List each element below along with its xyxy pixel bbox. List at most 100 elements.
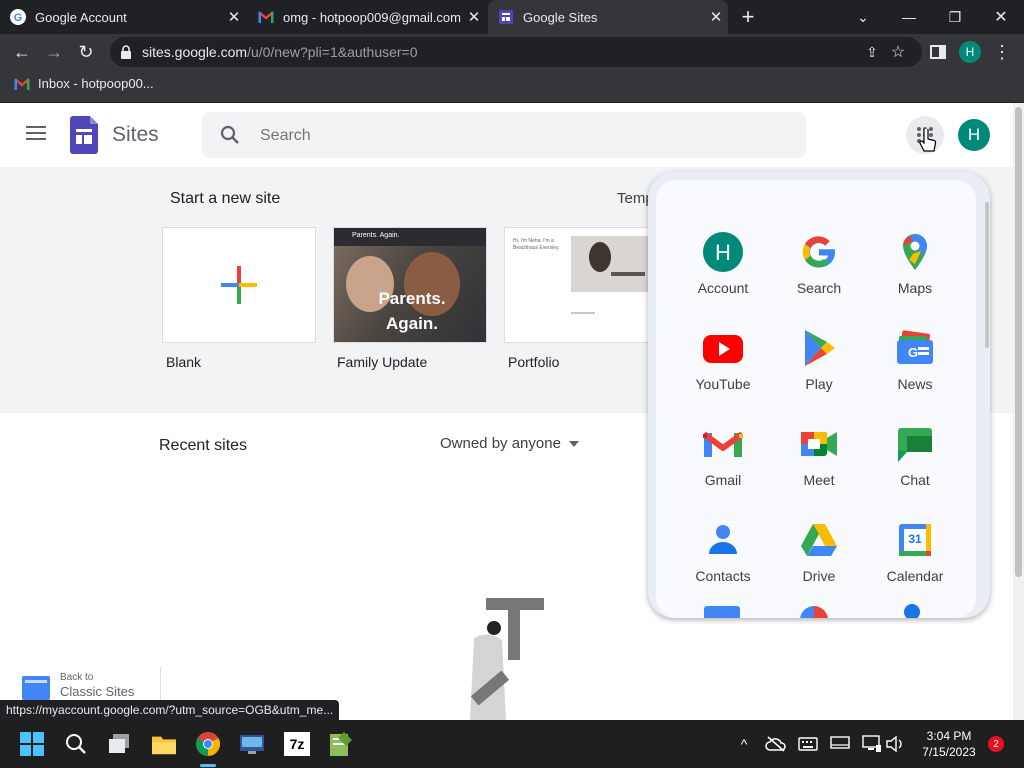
page-scrollbar[interactable]	[1013, 103, 1024, 720]
account-icon: H	[703, 232, 743, 272]
bookmark-label: Inbox - hotpoop00...	[38, 76, 154, 91]
apps-grid: H Account Search Maps YouTube Play G New…	[656, 180, 976, 618]
windows-start-icon[interactable]	[20, 732, 44, 756]
classic-sites-icon	[22, 676, 50, 700]
share-icon[interactable]: ⇪	[858, 38, 886, 66]
tab-search-chevron-icon[interactable]: ⌄	[840, 0, 886, 34]
gmail-favicon-icon	[258, 9, 274, 25]
svg-text:H: H	[715, 240, 731, 265]
template-blank-card[interactable]	[162, 227, 316, 343]
reload-icon[interactable]: ↻	[72, 38, 100, 66]
back-to-classic-sites[interactable]: Back to Classic Sites	[20, 667, 161, 703]
search-bar[interactable]	[202, 112, 806, 158]
app-youtube[interactable]: YouTube	[675, 316, 771, 406]
main-menu-icon[interactable]	[26, 126, 46, 142]
address-bar[interactable]: sites.google.com/u/0/new?pli=1&authuser=…	[110, 37, 922, 67]
active-app-indicator	[200, 764, 216, 767]
directory-icon[interactable]	[904, 604, 920, 618]
gmail-favicon-icon	[14, 77, 30, 90]
app-title: Sites	[112, 123, 159, 146]
template-portfolio-card[interactable]: Hi, I'm Neha. I'm a Beachhaus Eversley.	[504, 227, 652, 343]
template-thumb-title: Parents. Again.	[378, 289, 446, 333]
restore-button[interactable]: ❐	[932, 0, 978, 34]
template-family-update-card[interactable]: Parents. Again. Parents. Again.	[333, 227, 487, 343]
empty-state-illustration	[466, 598, 546, 720]
back-arrow-icon[interactable]: ←	[8, 38, 36, 66]
template-label: Portfolio	[508, 354, 560, 370]
portfolio-thumb-line	[571, 312, 595, 314]
plus-icon	[221, 266, 257, 304]
owner-filter-dropdown[interactable]: Owned by anyone	[440, 435, 579, 452]
dropdown-arrow-icon	[568, 440, 579, 447]
app-play[interactable]: Play	[771, 316, 867, 406]
app-search[interactable]: Search	[771, 220, 867, 310]
app-chat[interactable]: Chat	[867, 412, 963, 502]
google-g-icon: G	[10, 9, 26, 25]
sites-favicon-icon	[498, 9, 514, 25]
close-window-button[interactable]: ✕	[978, 0, 1024, 34]
taskbar-search-icon[interactable]	[64, 732, 88, 756]
bookmark-inbox[interactable]: Inbox - hotpoop00...	[14, 76, 154, 91]
cloud-offline-icon[interactable]	[764, 732, 788, 756]
translate-icon[interactable]	[704, 606, 740, 618]
account-avatar[interactable]: H	[958, 119, 990, 151]
meet-icon	[799, 424, 839, 464]
minimize-button[interactable]: —	[886, 0, 932, 34]
kebab-menu-icon[interactable]: ⋮	[988, 38, 1016, 66]
app-label: Gmail	[704, 472, 742, 488]
task-view-icon[interactable]	[108, 732, 132, 756]
forward-arrow-icon[interactable]: →	[40, 38, 68, 66]
app-meet[interactable]: Meet	[771, 412, 867, 502]
tab-gmail[interactable]: omg - hotpoop009@gmail.com - ✕	[248, 0, 486, 34]
close-tab-icon[interactable]: ✕	[462, 8, 486, 26]
app-drive[interactable]: Drive	[771, 508, 867, 598]
app-label: Meet	[803, 472, 835, 488]
show-hidden-icons-chevron[interactable]: ^	[732, 732, 756, 756]
new-tab-button[interactable]: +	[730, 0, 766, 34]
photos-icon[interactable]	[800, 606, 828, 618]
sites-logo-icon[interactable]	[70, 116, 98, 154]
file-explorer-icon[interactable]	[152, 732, 176, 756]
app-account[interactable]: H Account	[675, 220, 771, 310]
close-tab-icon[interactable]: ✕	[222, 8, 246, 26]
scrollbar-thumb[interactable]	[1015, 107, 1022, 577]
browser-tab-strip: G Google Account ✕ omg - hotpoop009@gmai…	[0, 0, 1024, 34]
chrome-taskbar-icon[interactable]	[196, 732, 220, 756]
url-path: /u/0/new?pli=1&authuser=0	[247, 44, 418, 60]
app-contacts[interactable]: Contacts	[675, 508, 771, 598]
app-label: YouTube	[695, 376, 751, 392]
side-panel-icon[interactable]	[924, 38, 952, 66]
sevenzip-icon[interactable]: 7z	[284, 732, 310, 756]
profile-button[interactable]: H	[956, 38, 984, 66]
keyboard-icon[interactable]	[796, 732, 820, 756]
app-maps[interactable]: Maps	[867, 220, 963, 310]
bookmark-star-icon[interactable]: ☆	[884, 38, 912, 66]
apps-panel-scrollbar[interactable]	[985, 202, 989, 348]
remote-desktop-icon[interactable]	[240, 732, 264, 756]
notification-badge[interactable]: 2	[988, 736, 1004, 752]
gmail-icon	[701, 424, 745, 464]
close-tab-icon[interactable]: ✕	[704, 8, 728, 26]
app-label: News	[897, 376, 933, 392]
system-clock[interactable]: 3:04 PM 7/15/2023	[914, 728, 984, 760]
app-gmail[interactable]: Gmail	[675, 412, 771, 502]
sites-header: Sites H	[0, 103, 1013, 167]
notepad-plus-icon[interactable]	[328, 732, 352, 756]
profile-avatar: H	[959, 41, 981, 63]
tab-google-sites[interactable]: Google Sites ✕	[488, 0, 728, 34]
sites-page: Sites H Start a new site Temp Blank	[0, 103, 1024, 720]
display-icon[interactable]	[828, 732, 852, 756]
recent-sites-heading: Recent sites	[159, 437, 248, 454]
start-new-site-heading: Start a new site	[170, 190, 281, 207]
volume-icon[interactable]	[884, 732, 908, 756]
search-icon[interactable]	[220, 125, 240, 150]
network-icon[interactable]	[860, 732, 884, 756]
app-label: Play	[805, 376, 833, 392]
browser-toolbar: ← → ↻ sites.google.com/u/0/new?pli=1&aut…	[0, 34, 1024, 70]
portfolio-thumb-text: Hi, I'm Neha. I'm a Beachhaus Eversley.	[513, 238, 560, 251]
search-input[interactable]	[258, 122, 782, 150]
app-calendar[interactable]: 31 Calendar	[867, 508, 963, 598]
app-news[interactable]: G News	[867, 316, 963, 406]
app-label: Chat	[900, 472, 930, 488]
tab-google-account[interactable]: G Google Account ✕	[0, 0, 246, 34]
